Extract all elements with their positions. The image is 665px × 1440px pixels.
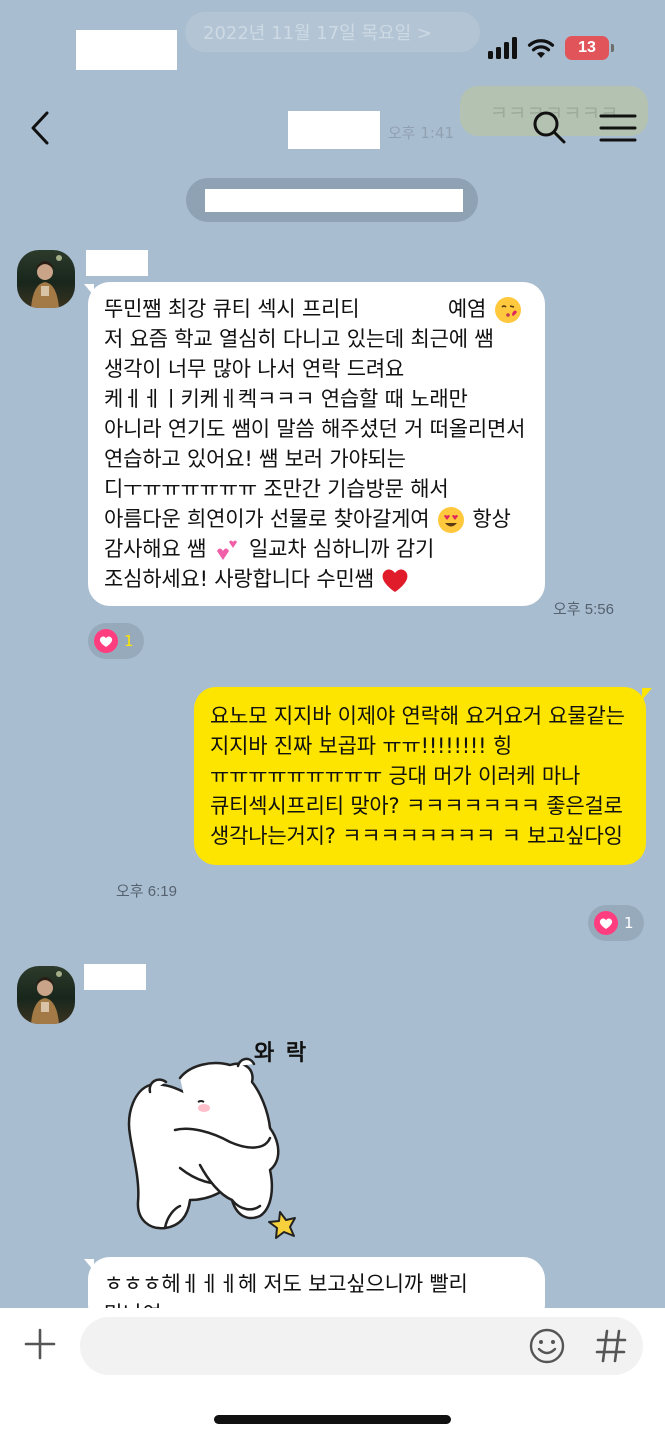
search-button[interactable] [530,108,570,148]
message-bubble[interactable]: 뚜민쨈 최강 큐티 섹시 프리티 예염 저 요즘 학교 열심히 다니고 있는데 … [88,282,545,606]
hug-bears-sticker[interactable] [120,1030,420,1245]
faded-date-banner: 2022년 11월 17일 목요일 > [185,12,480,52]
heart-reaction-icon [594,911,618,935]
sender-name-redacted [86,250,148,276]
menu-button[interactable] [598,108,638,148]
message-text: 예염 [447,297,487,321]
search-icon [533,111,566,144]
battery-indicator: 13 [565,36,614,60]
avatar[interactable] [17,966,75,1024]
signal-icon [488,37,517,59]
two-hearts-icon [216,540,237,560]
status-time-redacted [76,30,177,70]
reaction-badge[interactable]: 1 [88,623,144,659]
reaction-count: 1 [624,914,634,932]
date-divider-redacted [205,189,463,212]
kiss-emoji-icon [494,297,521,323]
message-text: 저 요즘 학교 열심히 다니고 있는데 최근에 쌤 생각이 너무 많아 나서 연… [104,327,526,531]
chevron-left-icon [31,111,49,145]
message-time: 오후 5:56 [553,601,614,618]
reaction-badge[interactable]: 1 [588,905,644,941]
faded-previous-time: 오후 1:41 [388,124,455,142]
back-button[interactable] [20,104,60,152]
status-icons: 13 [488,36,614,60]
emoji-button[interactable] [528,1327,566,1365]
emoji-icon [529,1328,565,1364]
wifi-icon [527,39,555,58]
red-heart-icon [382,569,408,592]
hamburger-menu-icon [599,114,637,142]
reaction-count: 1 [124,632,134,650]
bubble-tail [642,688,652,700]
plus-icon [24,1328,56,1360]
message-bubble[interactable]: 요노모 지지바 이제야 연락해 요거요거 요물같는 지지바 진짜 보곱파 ㅠㅠ!… [194,687,646,865]
sender-name-redacted [84,964,146,990]
message-text: 요노모 지지바 이제야 연락해 요거요거 요물같는 지지바 진짜 보곱파 ㅠㅠ!… [210,704,625,848]
message-text: 뚜민쨈 최강 큐티 섹시 프리티 [104,297,366,321]
home-indicator [214,1415,451,1424]
heart-reaction-icon [94,629,118,653]
chat-title-redacted [288,111,380,149]
avatar[interactable] [17,250,75,308]
hash-button[interactable] [594,1327,628,1365]
message-time: 오후 6:19 [116,883,177,900]
hash-icon [595,1329,627,1363]
heart-eyes-emoji-icon [437,507,464,533]
plus-button[interactable] [20,1324,60,1364]
